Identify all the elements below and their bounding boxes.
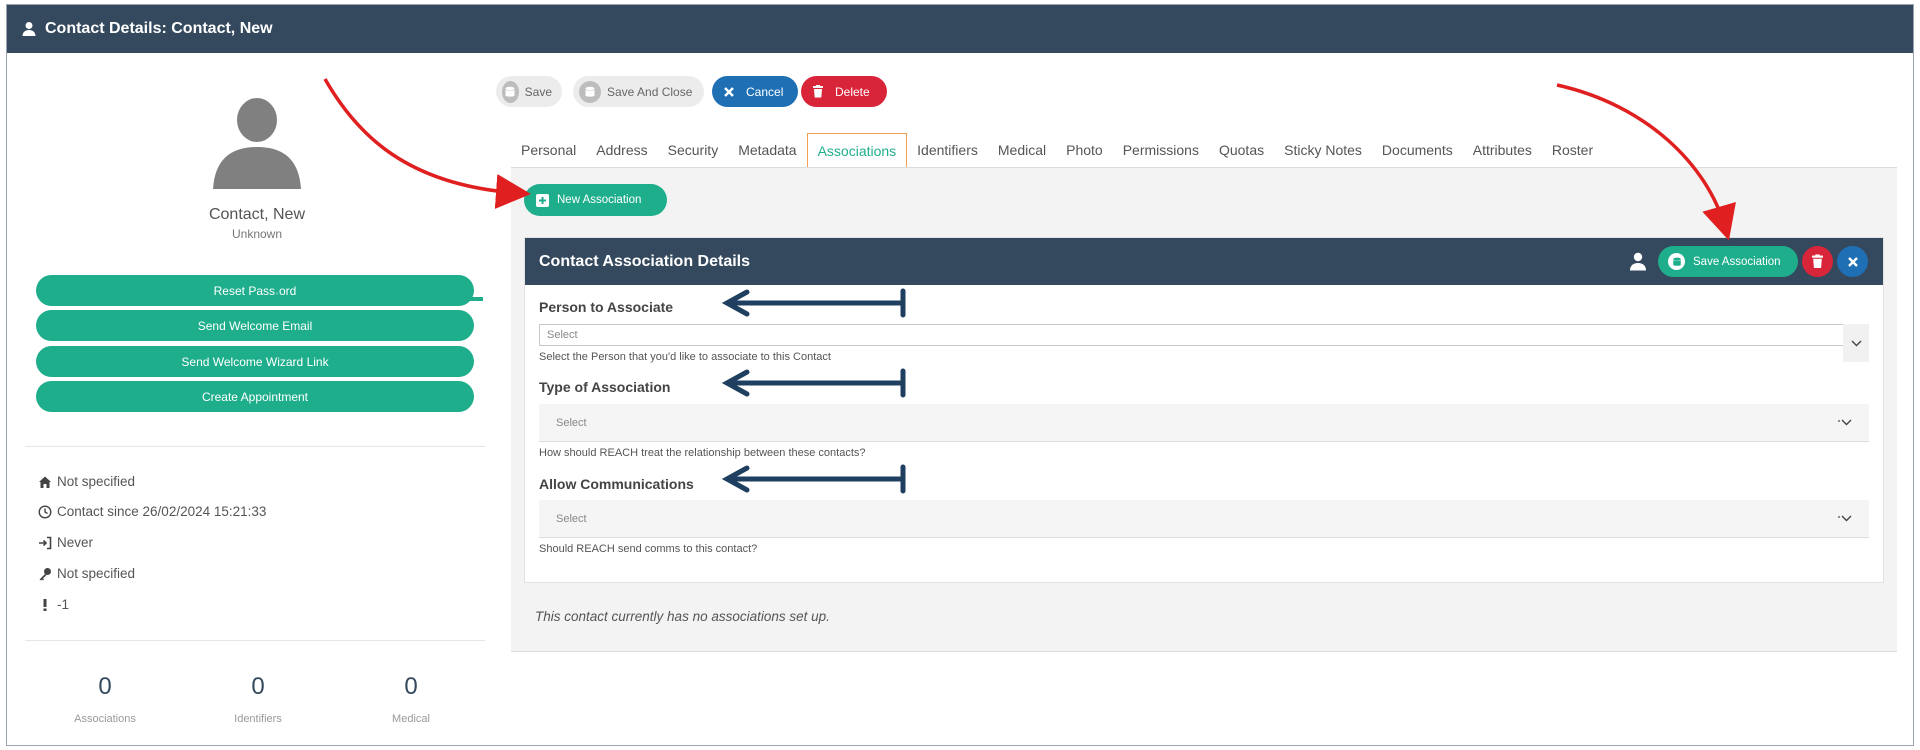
avatar — [207, 93, 307, 193]
info-last-login-text: Never — [57, 535, 94, 550]
person-to-associate-help: Select the Person that you'd like to ass… — [539, 351, 831, 363]
create-appointment-button[interactable]: Create Appointment — [36, 381, 474, 412]
stat-associations: 0 Associations — [30, 673, 180, 725]
plus-square-icon — [536, 193, 549, 207]
user-icon — [1630, 252, 1646, 271]
chevron-down-icon — [1838, 515, 1852, 522]
person-to-associate-label: Person to Associate — [539, 299, 674, 315]
tab-security[interactable]: Security — [658, 133, 729, 167]
info-home-text: Not specified — [57, 474, 136, 489]
tab-identifiers[interactable]: Identifiers — [907, 133, 988, 167]
info-contact-since: Contact since 26/02/2024 15:21:33 — [38, 504, 266, 519]
divider — [25, 640, 485, 641]
card-title: Contact Association Details — [539, 252, 751, 270]
delete-association-button[interactable] — [1802, 246, 1833, 277]
stat-medical: 0 Medical — [336, 673, 486, 725]
cancel-label: Cancel — [746, 84, 784, 99]
type-of-association-help: How should REACH treat the relationship … — [539, 447, 866, 459]
divider — [25, 446, 485, 447]
allow-communications-label: Allow Communications — [539, 476, 694, 492]
new-association-button[interactable]: New Association — [524, 184, 667, 216]
database-icon — [1668, 253, 1685, 270]
reset-password-underline — [269, 297, 483, 301]
close-association-button[interactable] — [1837, 246, 1868, 277]
stat-value: 0 — [404, 673, 418, 700]
stat-value: 0 — [251, 673, 265, 700]
user-icon — [22, 22, 36, 36]
trash-icon — [807, 81, 829, 103]
tab-quotas[interactable]: Quotas — [1209, 133, 1274, 167]
user-silhouette-icon — [213, 98, 301, 189]
allow-communications-select[interactable]: Select — [539, 500, 1869, 538]
tab-documents[interactable]: Documents — [1372, 133, 1463, 167]
database-icon — [579, 80, 601, 103]
exclamation-icon — [43, 598, 47, 611]
info-contact-since-text: Contact since 26/02/2024 15:21:33 — [57, 504, 267, 519]
delete-button[interactable]: Delete — [801, 76, 887, 107]
person-to-associate-select[interactable]: Select — [539, 324, 1869, 346]
stat-label: Medical — [392, 713, 430, 725]
clock-icon — [38, 504, 52, 519]
delete-label: Delete — [835, 84, 870, 99]
window-titlebar: Contact Details: Contact, New — [7, 5, 1913, 53]
info-alert: -1 — [38, 597, 69, 612]
key-icon — [39, 567, 51, 580]
chevron-down-icon — [1838, 419, 1852, 426]
sign-in-icon — [39, 536, 52, 549]
type-of-association-select[interactable]: Select — [539, 404, 1869, 442]
info-alert-text: -1 — [57, 597, 70, 612]
save-button[interactable]: Save — [496, 76, 562, 107]
type-of-association-label: Type of Association — [539, 379, 671, 395]
info-last-login: Never — [38, 535, 93, 550]
save-and-close-label: Save And Close — [607, 84, 693, 99]
home-icon — [39, 476, 51, 488]
cancel-button[interactable]: Cancel — [712, 76, 798, 107]
info-home: Not specified — [38, 474, 135, 489]
allow-communications-value: Select — [556, 512, 587, 525]
chevron-down-icon[interactable] — [1843, 324, 1869, 362]
tab-bar: Personal Address Security Metadata Assoc… — [511, 133, 1603, 167]
contact-subtitle: Unknown — [231, 227, 283, 241]
stat-label: Identifiers — [234, 713, 282, 725]
tab-medical[interactable]: Medical — [988, 133, 1056, 167]
window-title: Contact Details: Contact, New — [45, 20, 273, 37]
database-icon — [502, 80, 519, 103]
allow-communications-help: Should REACH send comms to this contact? — [539, 543, 758, 555]
info-key: Not specified — [38, 566, 135, 581]
stat-value: 0 — [98, 673, 112, 700]
send-welcome-email-button[interactable]: Send Welcome Email — [36, 310, 474, 341]
reset-password-button[interactable]: Reset Pass˒ord — [36, 275, 474, 306]
info-key-text: Not specified — [57, 566, 136, 581]
tab-photo[interactable]: Photo — [1056, 133, 1113, 167]
close-icon — [718, 81, 740, 103]
type-of-association-value: Select — [556, 416, 587, 429]
stat-identifiers: 0 Identifiers — [183, 673, 333, 725]
new-association-label: New Association — [557, 194, 642, 206]
tab-attributes[interactable]: Attributes — [1463, 133, 1542, 167]
save-association-button[interactable]: Save Association — [1658, 246, 1798, 277]
tab-personal[interactable]: Personal — [511, 133, 586, 167]
tab-permissions[interactable]: Permissions — [1113, 133, 1209, 167]
tab-roster[interactable]: Roster — [1542, 133, 1603, 167]
annotation-arrow-red — [323, 78, 531, 209]
trash-icon — [1812, 254, 1823, 268]
tab-address[interactable]: Address — [586, 133, 657, 167]
tab-associations[interactable]: Associations — [806, 133, 908, 167]
save-and-close-button[interactable]: Save And Close — [573, 76, 704, 107]
save-label: Save — [524, 84, 552, 99]
save-association-label: Save Association — [1693, 255, 1781, 268]
association-details-card: Contact Association Details Save Associa… — [524, 237, 1884, 583]
empty-associations-message: This contact currently has no associatio… — [535, 609, 830, 624]
send-welcome-wizard-link-button[interactable]: Send Welcome Wizard Link — [36, 346, 474, 377]
tab-sticky-notes[interactable]: Sticky Notes — [1274, 133, 1372, 167]
contact-details-window: Contact Details: Contact, New Contact, N… — [6, 4, 1914, 746]
stat-label: Associations — [74, 713, 136, 725]
tab-metadata[interactable]: Metadata — [728, 133, 806, 167]
contact-name: Contact, New — [208, 206, 306, 223]
close-icon — [1847, 256, 1858, 267]
